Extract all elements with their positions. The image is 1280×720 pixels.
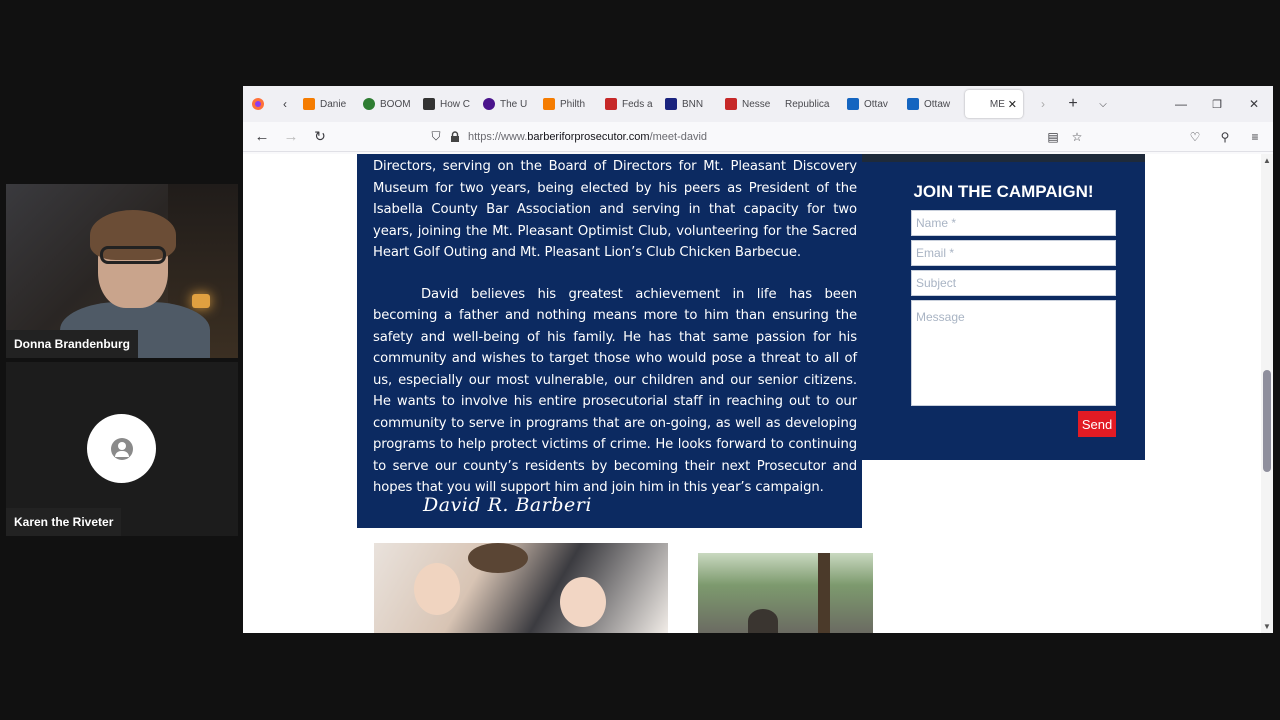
participant-name-tag: Karen the Riveter — [6, 508, 122, 536]
bio-paragraph: David believes his greatest achievement … — [373, 286, 857, 496]
bookmark-star-icon[interactable]: ☆ — [1065, 125, 1089, 149]
tab[interactable]: Ottav — [841, 90, 901, 118]
form-title: JOIN THE CAMPAIGN! — [913, 182, 1094, 201]
photo-detail — [468, 543, 528, 573]
header-image-edge — [862, 154, 1145, 162]
site-icon — [907, 98, 919, 110]
subject-field[interactable]: Subject — [911, 270, 1116, 296]
close-tab-icon[interactable]: ✕ — [1008, 98, 1017, 111]
news-icon — [725, 98, 737, 110]
scroll-up-icon[interactable]: ▲ — [1263, 156, 1271, 165]
extensions-icon[interactable]: ⚲ — [1213, 125, 1237, 149]
tab[interactable]: Republica — [779, 90, 841, 118]
person-icon — [110, 437, 133, 460]
tab-scroll-right-icon[interactable]: › — [1031, 92, 1055, 116]
participant-tile-karen: Karen the Riveter — [6, 362, 238, 536]
signature: David R. Barberi — [423, 494, 592, 516]
screen: Donna Brandenburg Karen the Riveter ‹ Da… — [0, 0, 1280, 720]
tree-icon — [363, 98, 375, 110]
news-icon — [605, 98, 617, 110]
tab[interactable]: BOOM — [357, 90, 417, 118]
close-window-icon[interactable]: ✕ — [1235, 92, 1273, 116]
avatar — [87, 414, 156, 483]
tab[interactable]: Feds a — [599, 90, 659, 118]
bnn-icon — [665, 98, 677, 110]
photo-detail — [414, 563, 460, 615]
restore-icon[interactable]: ❐ — [1199, 92, 1235, 116]
url-bar[interactable]: ⛉ https://www.barberiforprosecutor.com/m… — [340, 124, 1175, 150]
bio-section: Directors, serving on the Board of Direc… — [357, 154, 862, 528]
reload-icon[interactable]: ↻ — [308, 125, 332, 149]
scroll-thumb[interactable] — [1263, 370, 1271, 472]
message-field[interactable]: Message — [911, 300, 1116, 406]
participant-name-tag: Donna Brandenburg — [6, 330, 138, 358]
pocket-icon[interactable]: ♡ — [1183, 125, 1207, 149]
family-photo — [374, 543, 668, 633]
bio-paragraph: Directors, serving on the Board of Direc… — [373, 159, 857, 260]
campaign-form: JOIN THE CAMPAIGN! Name * Email * Subjec… — [862, 162, 1145, 460]
nav-bar: ← → ↻ ⛉ https://www.barberiforprosecutor… — [243, 122, 1273, 152]
scroll-down-icon[interactable]: ▼ — [1263, 622, 1271, 631]
email-field[interactable]: Email * — [911, 240, 1116, 266]
scrollbar[interactable]: ▲ ▼ — [1261, 154, 1273, 633]
forward-icon[interactable]: → — [279, 125, 303, 149]
tab[interactable]: BNN — [659, 90, 719, 118]
street-photo — [698, 553, 873, 633]
firefox-icon[interactable] — [243, 92, 273, 116]
lamp — [192, 294, 210, 308]
site-icon — [483, 98, 495, 110]
browser-window: ‹ Danie BOOM How C The U Philth Feds a B… — [243, 86, 1273, 633]
participant-glasses — [100, 246, 166, 264]
blogger-icon — [303, 98, 315, 110]
shield-icon[interactable]: ⛉ — [424, 125, 448, 149]
site-icon — [847, 98, 859, 110]
photo-detail — [818, 553, 830, 633]
tab-bar: ‹ Danie BOOM How C The U Philth Feds a B… — [243, 86, 1273, 122]
menu-icon[interactable]: ≡ — [1243, 125, 1267, 149]
tab[interactable]: How C — [417, 90, 477, 118]
photo-detail — [560, 577, 606, 627]
web-page: Directors, serving on the Board of Direc… — [243, 154, 1261, 633]
tab[interactable]: Nesse — [719, 90, 779, 118]
participant-video-donna: Donna Brandenburg — [6, 184, 238, 358]
reader-view-icon[interactable]: ▤ — [1041, 125, 1065, 149]
blogger-icon — [543, 98, 555, 110]
minimize-icon[interactable]: — — [1163, 92, 1199, 116]
send-button[interactable]: Send — [1078, 411, 1116, 437]
tab-scroll-left-icon[interactable]: ‹ — [273, 92, 297, 116]
name-field[interactable]: Name * — [911, 210, 1116, 236]
tab[interactable]: The U — [477, 90, 537, 118]
back-icon[interactable]: ← — [250, 125, 274, 149]
list-tabs-icon[interactable]: ⌵ — [1091, 92, 1115, 116]
tab-active[interactable]: ME ✕ — [965, 90, 1023, 118]
lock-icon[interactable] — [448, 125, 462, 149]
tab[interactable]: Philth — [537, 90, 599, 118]
url-text[interactable]: https://www.barberiforprosecutor.com/mee… — [468, 131, 707, 143]
photo-detail — [748, 609, 778, 633]
new-tab-icon[interactable]: + — [1061, 92, 1085, 116]
tab[interactable]: Danie — [297, 90, 357, 118]
site-icon — [423, 98, 435, 110]
tab[interactable]: Ottaw — [901, 90, 961, 118]
